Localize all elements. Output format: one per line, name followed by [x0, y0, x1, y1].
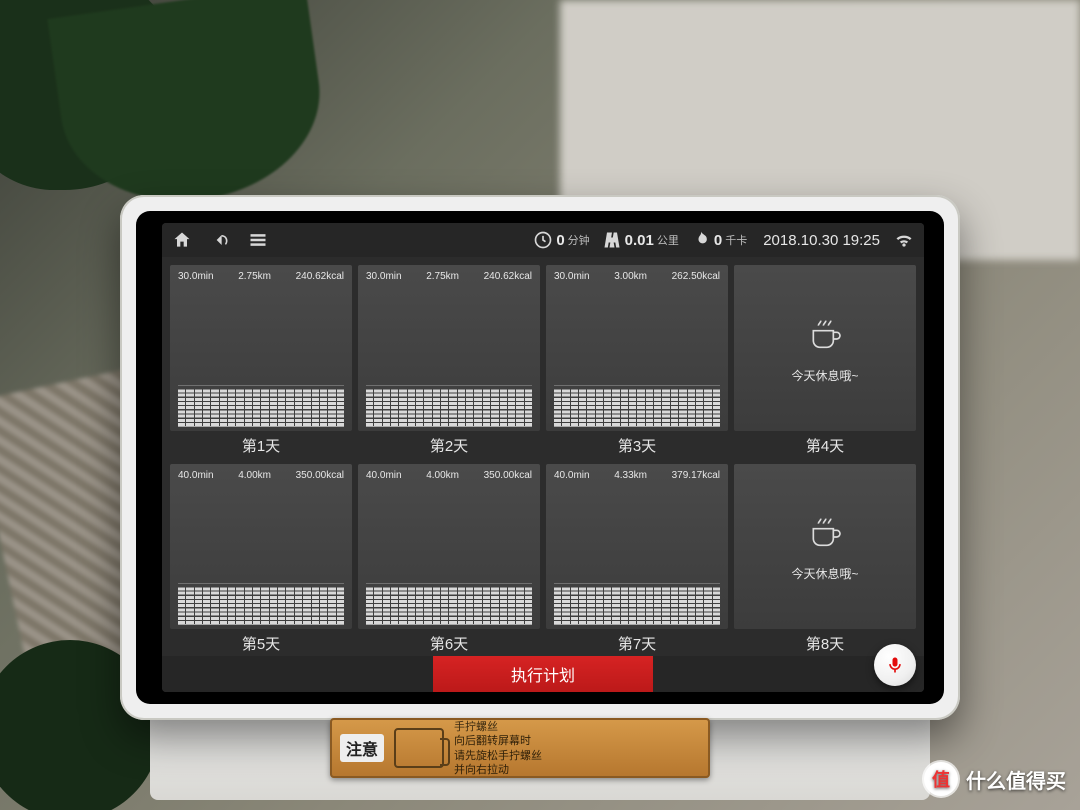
day5-bars [178, 583, 344, 625]
coffee-cup-icon [805, 512, 845, 557]
day1-distance: 2.75km [238, 271, 271, 282]
day3-bars [554, 385, 720, 427]
menu-icon[interactable] [248, 230, 268, 250]
notice-line1: 向后翻转屏幕时 [454, 734, 542, 749]
execute-plan-button[interactable]: 执行计划 [433, 656, 653, 692]
day-card-4[interactable]: 今天休息哦~ [734, 265, 916, 431]
wifi-icon[interactable] [894, 230, 914, 250]
notice-diagram-icon [394, 728, 444, 768]
watermark-text: 什么值得买 [966, 765, 1066, 794]
day-card-1[interactable]: 30.0min 2.75km 240.62kcal [170, 265, 352, 431]
day1-bars [178, 385, 344, 427]
datetime: 2018.10.30 19:25 [763, 232, 880, 249]
metric-calories-unit: 千卡 [725, 232, 747, 248]
metric-distance-unit: 公里 [657, 232, 679, 248]
day6-duration: 40.0min [366, 470, 402, 481]
watermark: 值 什么值得买 [924, 762, 1066, 796]
metric-time: 0 分钟 [533, 230, 589, 250]
flame-icon [691, 230, 711, 250]
watermark-badge: 值 [924, 762, 958, 796]
day2-duration: 30.0min [366, 271, 402, 282]
day7-bars [554, 583, 720, 625]
day-label-7: 第7天 [546, 629, 728, 656]
day6-bars [366, 583, 532, 625]
day7-duration: 40.0min [554, 470, 590, 481]
day5-duration: 40.0min [178, 470, 214, 481]
day-label-4: 第4天 [734, 431, 916, 458]
day-label-5: 第5天 [170, 629, 352, 656]
bottom-bar: 执行计划 [162, 656, 924, 692]
clock-icon [533, 230, 553, 250]
metric-distance: 0.01 公里 [602, 230, 679, 250]
day1-kcal: 240.62kcal [296, 271, 344, 282]
rest-text: 今天休息哦~ [791, 565, 858, 582]
home-icon[interactable] [172, 230, 192, 250]
metric-calories-value: 0 [714, 232, 722, 249]
metric-time-unit: 分钟 [568, 232, 590, 248]
road-icon [602, 230, 622, 250]
day-card-6[interactable]: 40.0min 4.00km 350.00kcal [358, 464, 540, 630]
day5-distance: 4.00km [238, 470, 271, 481]
status-bar: 0 分钟 0.01 公里 0 千卡 2018.1 [162, 223, 924, 257]
tablet-frame: 0 分钟 0.01 公里 0 千卡 2018.1 [120, 195, 960, 720]
day7-distance: 4.33km [614, 470, 647, 481]
day6-kcal: 350.00kcal [484, 470, 532, 481]
notice-sticker: 注意 手拧螺丝 向后翻转屏幕时 请先旋松手拧螺丝 并向右拉动 [330, 718, 710, 778]
day6-distance: 4.00km [426, 470, 459, 481]
notice-title: 注意 [340, 734, 384, 762]
day2-kcal: 240.62kcal [484, 271, 532, 282]
day-label-2: 第2天 [358, 431, 540, 458]
day3-duration: 30.0min [554, 271, 590, 282]
day2-bars [366, 385, 532, 427]
screen: 0 分钟 0.01 公里 0 千卡 2018.1 [162, 223, 924, 692]
back-icon[interactable] [210, 230, 230, 250]
day-card-3[interactable]: 30.0min 3.00km 262.50kcal [546, 265, 728, 431]
day-card-8[interactable]: 今天休息哦~ [734, 464, 916, 630]
day2-distance: 2.75km [426, 271, 459, 282]
day5-kcal: 350.00kcal [296, 470, 344, 481]
coffee-cup-icon [805, 314, 845, 359]
day-label-1: 第1天 [170, 431, 352, 458]
rest-text: 今天休息哦~ [791, 367, 858, 384]
day7-kcal: 379.17kcal [672, 470, 720, 481]
metric-distance-value: 0.01 [625, 232, 654, 249]
day1-duration: 30.0min [178, 271, 214, 282]
day-label-3: 第3天 [546, 431, 728, 458]
notice-subhead: 手拧螺丝 [454, 718, 542, 734]
mic-button[interactable] [874, 644, 916, 686]
day3-distance: 3.00km [614, 271, 647, 282]
day-card-7[interactable]: 40.0min 4.33km 379.17kcal [546, 464, 728, 630]
notice-line2: 请先旋松手拧螺丝 [454, 749, 542, 764]
day-card-5[interactable]: 40.0min 4.00km 350.00kcal [170, 464, 352, 630]
day3-kcal: 262.50kcal [672, 271, 720, 282]
metric-time-value: 0 [556, 232, 564, 249]
day-label-6: 第6天 [358, 629, 540, 656]
notice-line3: 并向右拉动 [454, 763, 542, 778]
day-card-2[interactable]: 30.0min 2.75km 240.62kcal [358, 265, 540, 431]
metric-calories: 0 千卡 [691, 230, 747, 250]
plan-grid: 30.0min 2.75km 240.62kcal 第1天 30.0min 2.75km 2… [162, 257, 924, 656]
